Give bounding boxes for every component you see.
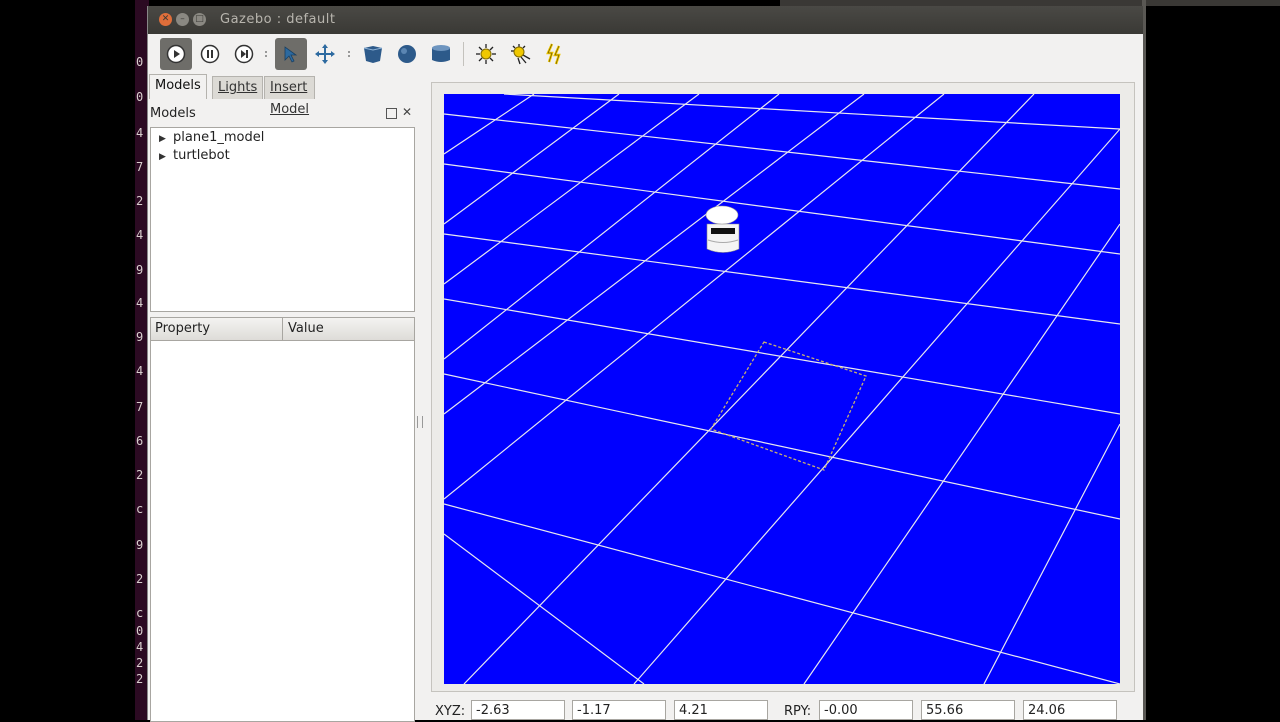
toolbar-grip [348, 51, 352, 57]
tree-item-plane1-model[interactable]: ▶ plane1_model [159, 129, 264, 147]
gazebo-window: ✕ – □ Gazebo : default Models Lights Ins… [147, 6, 1143, 722]
box-shape-button[interactable] [357, 38, 389, 70]
tree-item-label: turtlebot [173, 148, 230, 163]
status-bar: XYZ: -2.63 -1.17 4.21 RPY: -0.00 55.66 2… [431, 698, 1143, 720]
column-divider[interactable] [282, 318, 283, 340]
ground-plane [444, 94, 1120, 684]
toolbar [148, 34, 1143, 74]
select-mode-button[interactable] [275, 38, 307, 70]
terminal-line: 9 [136, 538, 144, 552]
pause-icon [200, 44, 220, 64]
translate-mode-button[interactable] [309, 38, 341, 70]
terminal-line: 2 [136, 572, 144, 586]
close-window-button[interactable]: ✕ [159, 13, 172, 26]
directional-light-icon [546, 43, 561, 65]
terminal-line: 4 [136, 296, 144, 310]
terminal-line: 0 [136, 90, 144, 104]
terminal-line: 2 [136, 468, 144, 482]
maximize-window-button[interactable]: □ [193, 13, 206, 26]
terminal-line: 6 [136, 434, 144, 448]
models-tree: ▶ plane1_model ▶ turtlebot [150, 127, 415, 312]
terminal-line: 4 [136, 364, 144, 378]
tree-item-turtlebot[interactable]: ▶ turtlebot [159, 147, 230, 165]
directional-light-button[interactable] [538, 38, 570, 70]
terminal-line: c [136, 502, 144, 516]
y-value-field[interactable]: -1.17 [572, 700, 666, 720]
terminal-line: 4 [136, 126, 144, 140]
terminal-line: 7 [136, 160, 144, 174]
terminal-line: c [136, 606, 144, 620]
models-panel-header: Models ✕ [150, 106, 414, 122]
terminal-line: 2 [136, 194, 144, 208]
select-arrow-icon [284, 46, 298, 63]
cylinder-shape-icon [432, 45, 450, 62]
pitch-value-field[interactable]: 55.66 [921, 700, 1015, 720]
box-shape-icon [363, 46, 383, 63]
terminal-line: 9 [136, 263, 144, 277]
3d-render-view[interactable] [444, 94, 1120, 684]
x-value-field[interactable]: -2.63 [471, 700, 565, 720]
terminal-line: 2 [136, 672, 144, 686]
terminal-line: 4 [136, 228, 144, 242]
expand-arrow-icon[interactable]: ▶ [159, 130, 173, 148]
roll-value-field[interactable]: -0.00 [819, 700, 913, 720]
translate-icon [315, 44, 335, 64]
panel-splitter-handle[interactable] [417, 416, 423, 428]
tree-item-label: plane1_model [173, 130, 265, 145]
step-button[interactable] [228, 38, 260, 70]
tab-models[interactable]: Models [149, 74, 207, 99]
rpy-label: RPY: [784, 704, 812, 719]
tab-lights[interactable]: Lights [212, 76, 264, 99]
terminal-line: 7 [136, 400, 144, 414]
column-header-value[interactable]: Value [288, 321, 324, 336]
play-button[interactable] [160, 38, 192, 70]
spot-light-button[interactable] [504, 38, 536, 70]
spot-light-icon [511, 44, 531, 65]
title-bar[interactable]: ✕ – □ Gazebo : default [148, 6, 1143, 34]
terminal-line: 0 [136, 55, 144, 69]
cylinder-shape-button[interactable] [425, 38, 457, 70]
z-value-field[interactable]: 4.21 [674, 700, 768, 720]
point-light-icon [476, 44, 496, 64]
terminal-line: 9 [136, 330, 144, 344]
close-panel-icon[interactable]: ✕ [402, 106, 412, 118]
minimize-window-button[interactable]: – [176, 13, 189, 26]
properties-table: Property Value [150, 317, 415, 722]
point-light-button[interactable] [470, 38, 502, 70]
tab-insert-model[interactable]: Insert Model [264, 76, 316, 117]
sphere-shape-button[interactable] [391, 38, 423, 70]
properties-header: Property Value [151, 318, 414, 341]
step-icon [234, 44, 254, 64]
terminal-line: 2 [136, 656, 144, 670]
toolbar-grip [265, 51, 269, 57]
sphere-shape-icon [398, 45, 416, 63]
models-panel-title: Models [150, 106, 196, 121]
toolbar-separator [463, 42, 464, 66]
play-icon [166, 44, 186, 64]
terminal-line: 0 [136, 624, 144, 638]
terminal-line: 4 [136, 640, 144, 654]
pause-button[interactable] [194, 38, 226, 70]
xyz-label: XYZ: [435, 704, 466, 719]
window-title: Gazebo : default [220, 12, 336, 27]
float-panel-icon[interactable] [386, 108, 397, 119]
turtlebot-model[interactable] [705, 205, 740, 253]
yaw-value-field[interactable]: 24.06 [1023, 700, 1117, 720]
column-header-property[interactable]: Property [155, 321, 210, 336]
expand-arrow-icon[interactable]: ▶ [159, 148, 173, 166]
